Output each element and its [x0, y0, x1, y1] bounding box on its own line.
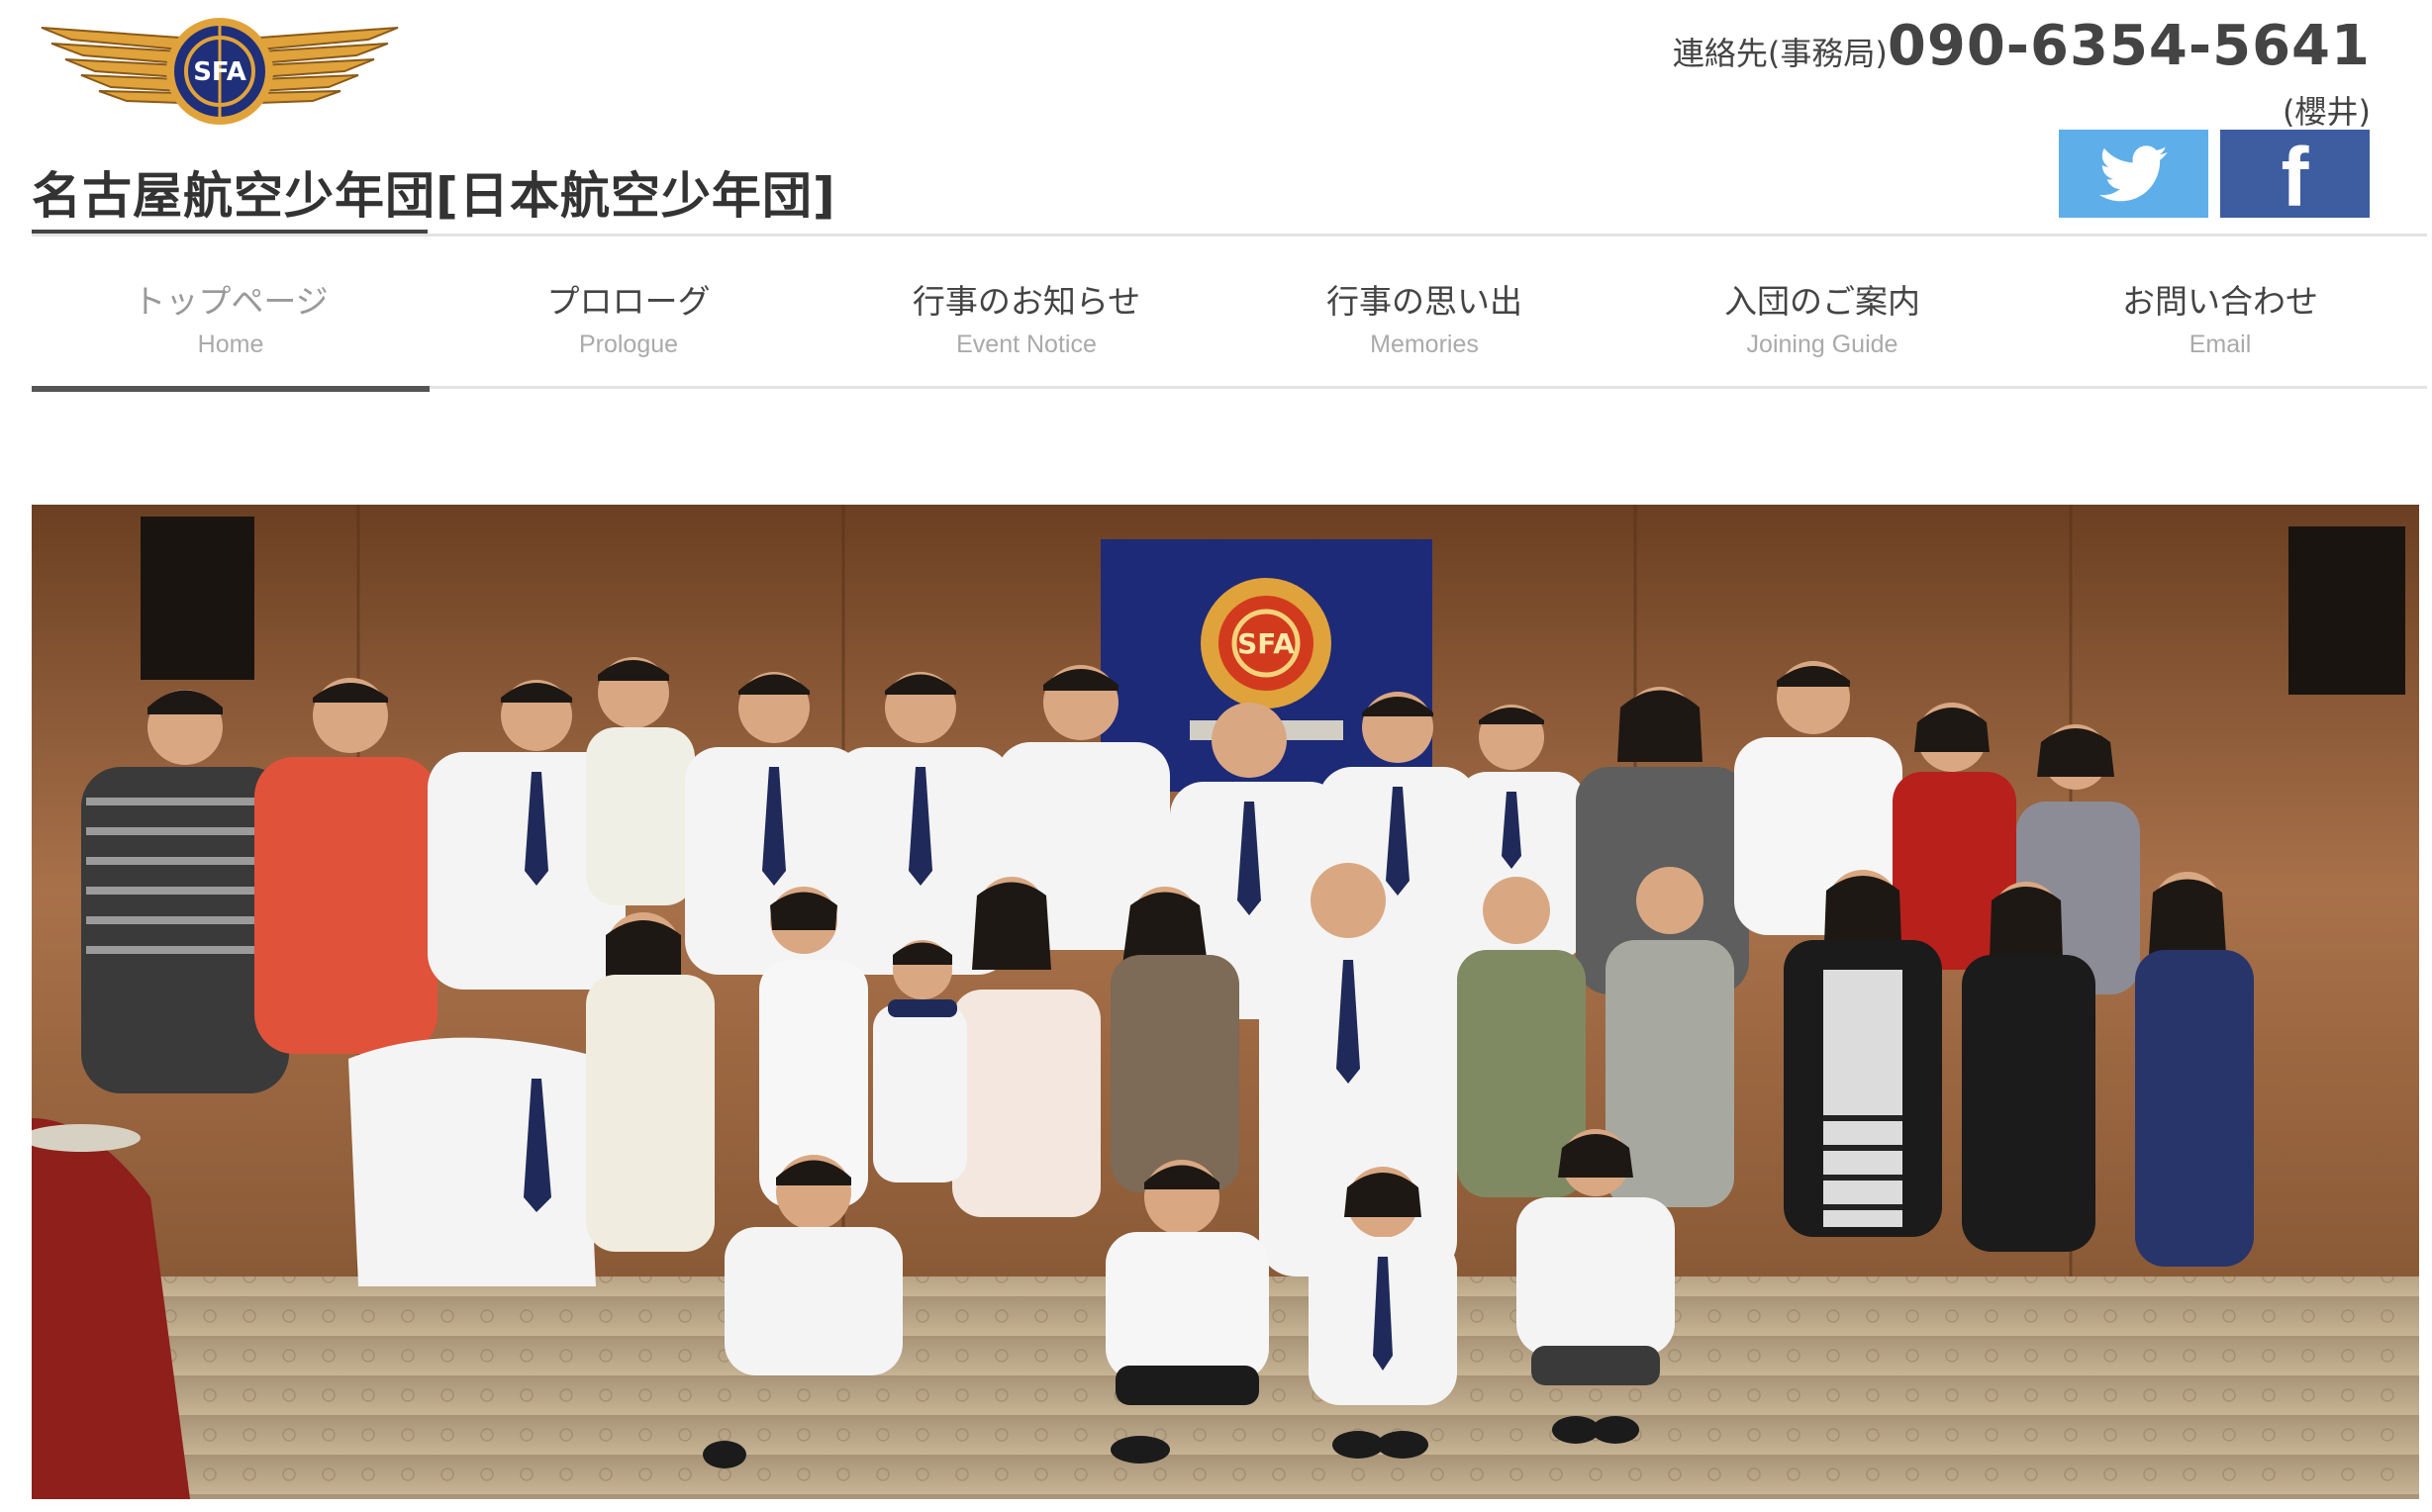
svg-text:SFA: SFA	[193, 57, 246, 87]
facebook-f-icon: f	[2281, 130, 2309, 224]
contact-phone[interactable]: 090-6354-5641	[1888, 14, 2371, 78]
main-navigation: トップページ Home プロローグ Prologue 行事のお知らせ Event…	[32, 237, 2427, 390]
nav-item-label-en: Event Notice	[956, 331, 1097, 358]
sfa-wings-logo[interactable]: SFA	[32, 10, 408, 139]
nav-item-memories[interactable]: 行事の思い出 Memories	[1225, 237, 1623, 390]
nav-item-label-jp: 入団のご案内	[1724, 282, 1920, 321]
hero-group-photo: SFA	[32, 505, 2419, 1499]
twitter-button[interactable]	[2059, 130, 2208, 218]
nav-item-label-en: Memories	[1370, 331, 1479, 358]
nav-item-label-jp: 行事の思い出	[1326, 282, 1522, 321]
nav-item-label-jp: お問い合わせ	[2122, 282, 2318, 321]
nav-item-label-jp: トップページ	[133, 282, 329, 321]
site-title[interactable]: 名古屋航空少年団[日本航空少年団]	[32, 156, 836, 228]
nav-item-label-jp: 行事のお知らせ	[912, 282, 1141, 321]
nav-item-joining-guide[interactable]: 入団のご案内 Joining Guide	[1623, 237, 2021, 390]
header-divider	[32, 234, 2427, 236]
nav-item-event-notice[interactable]: 行事のお知らせ Event Notice	[827, 237, 1225, 390]
facebook-button[interactable]: f	[2220, 130, 2370, 224]
contact-info: 連絡先(事務局)090-6354-5641	[1673, 14, 2371, 78]
nav-item-label-en: Joining Guide	[1746, 331, 1898, 358]
twitter-bird-icon	[2098, 144, 2168, 201]
nav-item-label-en: Prologue	[578, 331, 679, 358]
svg-text:SFA: SFA	[1237, 627, 1295, 660]
nav-item-label-en: Home	[197, 331, 264, 358]
contact-person: (櫻井)	[2283, 93, 2371, 131]
nav-item-label-jp: プロローグ	[546, 282, 711, 321]
nav-active-indicator	[32, 386, 430, 392]
contact-label: 連絡先(事務局)	[1672, 35, 1888, 72]
nav-item-label-en: Email	[2189, 331, 2252, 358]
nav-item-prologue[interactable]: プロローグ Prologue	[430, 237, 827, 390]
nav-item-home[interactable]: トップページ Home	[32, 237, 430, 390]
nav-item-email[interactable]: お問い合わせ Email	[2021, 237, 2419, 390]
